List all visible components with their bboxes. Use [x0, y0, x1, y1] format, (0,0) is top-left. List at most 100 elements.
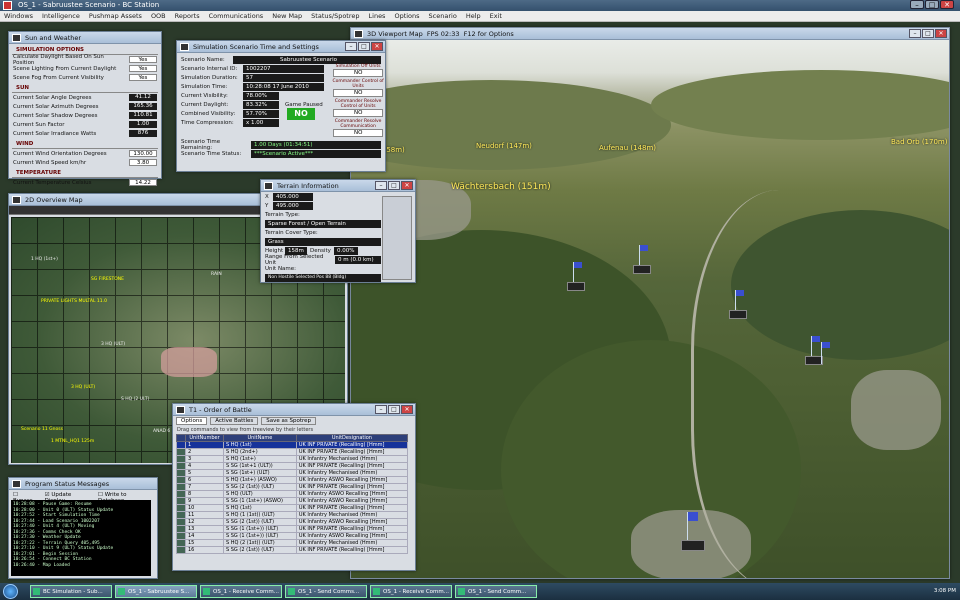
taskbar-item[interactable]: BC Simulation - Sub...: [30, 585, 112, 598]
start-button[interactable]: [3, 584, 18, 599]
side-value[interactable]: NO: [333, 109, 384, 117]
range-value: 0 m (0.0 km): [335, 255, 381, 264]
option-label: Calculate Daylight Based On Sun Position: [13, 53, 104, 66]
maximize-button[interactable]: □: [388, 181, 400, 190]
oob-table: UnitNumber UnitName UnitDesignation 1S HQ …: [176, 434, 409, 554]
scen-label: Simulation Time:: [181, 83, 228, 90]
col-header[interactable]: UnitNumber: [185, 434, 224, 442]
menu-reports[interactable]: Reports: [175, 11, 200, 21]
minimize-button[interactable]: –: [375, 181, 387, 190]
tab-active-battles[interactable]: Active Battles: [210, 417, 259, 425]
wind-label: Current Wind Speed km/hr: [13, 159, 87, 166]
minimize-button[interactable]: –: [910, 0, 924, 9]
place-label: Wächtersbach (151m): [451, 182, 551, 192]
menu-exit[interactable]: Exit: [490, 11, 502, 21]
table-row[interactable]: 2S HQ (2nd+) UK INF PRIVATE (Recalling) […: [176, 448, 409, 456]
side-value[interactable]: NO: [333, 129, 384, 137]
maximize-button[interactable]: □: [388, 405, 400, 414]
table-row[interactable]: 12 S SG (2 (1st)) (ULT) UK Infantry ASWO R…: [176, 518, 409, 526]
taskbar-item[interactable]: OS_1 - Send Comm...: [455, 585, 537, 598]
scenario-name-field[interactable]: Sabruustee Scenario: [233, 55, 381, 64]
menu-new-map[interactable]: New Map: [272, 11, 302, 21]
table-row[interactable]: 14 S SG (1 (1st+)) (ULT) UK Infantry ASWO …: [176, 532, 409, 540]
col-header[interactable]: UnitDesignation: [295, 434, 409, 442]
wind-value[interactable]: 130.00: [129, 150, 157, 157]
close-button[interactable]: ✕: [401, 405, 413, 414]
scen-label: Current Visibility:: [181, 92, 228, 99]
close-button[interactable]: ✕: [371, 42, 383, 51]
terrain-title: Terrain Information: [277, 182, 339, 190]
tab-options[interactable]: Options: [176, 417, 208, 425]
maximize-button[interactable]: □: [358, 42, 370, 51]
minimize-button[interactable]: –: [909, 29, 921, 38]
terrain-3d-view[interactable]: Neudorf (147m) Aufenau (148m) Bad Orb (1…: [351, 40, 949, 578]
table-cell: S SG (1 (1st+)) (ULT): [223, 532, 297, 540]
side-value[interactable]: NO: [333, 89, 384, 97]
table-row[interactable]: 8S HQ (ULT) UK Infantry ASWO Recalling [H…: [176, 490, 409, 498]
taskbar-item[interactable]: OS_1 - Sabruustee S...: [115, 585, 197, 598]
col-header[interactable]: UnitName: [223, 434, 297, 442]
close-button[interactable]: ✕: [935, 29, 947, 38]
menu-windows[interactable]: Windows: [4, 11, 33, 21]
scen-value: 83.32%: [243, 100, 279, 109]
minimize-button[interactable]: –: [345, 42, 357, 51]
table-row[interactable]: 4S SG (1st+1 (ULT)) UK INF PRIVATE (Recal…: [176, 462, 409, 470]
wind-label: Current Wind Orientation Degrees: [13, 150, 107, 157]
table-row[interactable]: 13 S SG (1 (1st+)) (ULT) UK INF PRIVATE (R…: [176, 525, 409, 533]
maximize-button[interactable]: □: [925, 0, 939, 9]
app-title: OS_1 - Sabruustee Scenario - BC Station: [18, 1, 160, 9]
option-value[interactable]: Yes: [129, 74, 157, 81]
section-heading: SUN: [12, 84, 158, 93]
paused-indicator[interactable]: NO: [287, 107, 315, 120]
taskbar-item[interactable]: OS_1 - Send Comms...: [285, 585, 367, 598]
place-label: Bad Orb (170m): [891, 138, 948, 146]
menu-intelligence[interactable]: Intelligence: [42, 11, 80, 21]
layer-toggle-panel[interactable]: [382, 196, 412, 280]
minimize-button[interactable]: –: [375, 405, 387, 414]
menu-status[interactable]: Status/Spotrep: [311, 11, 359, 21]
unit-type-icon: [176, 462, 186, 470]
table-row[interactable]: 3S HQ (1st+) UK Infantry Mechanised (Hmm): [176, 455, 409, 463]
taskbar-item[interactable]: OS_1 - Receive Comm...: [200, 585, 282, 598]
section-heading: TEMPERATURE: [12, 169, 158, 178]
option-value[interactable]: Yes: [129, 65, 157, 72]
tab-save-spotrep[interactable]: Save as Spotrep: [261, 417, 316, 425]
menu-lines[interactable]: Lines: [369, 11, 386, 21]
clock[interactable]: 3:08 PM: [934, 583, 956, 600]
menu-help[interactable]: Help: [466, 11, 481, 21]
table-cell: UK Infantry ASWO Recalling [Hmm]: [295, 518, 409, 526]
wind-value[interactable]: 3.80: [129, 159, 157, 166]
option-value[interactable]: Yes: [129, 56, 157, 63]
map-label: 1 MTNL_HQ1 125m: [51, 439, 95, 444]
table-row[interactable]: 5S SG (1st+) (ULT) UK Infantry Mechanised…: [176, 469, 409, 477]
table-row[interactable]: 10 S HQ (1st) UK INF PRIVATE (Recalling) […: [176, 504, 409, 512]
table-cell: 16: [185, 546, 224, 554]
menu-scenario[interactable]: Scenario: [429, 11, 457, 21]
side-value[interactable]: NO: [333, 69, 384, 77]
menu-oob[interactable]: OOB: [151, 11, 166, 21]
table-row[interactable]: 15 S HQ (2 (1st)) (ULT) UK Infantry Mechan…: [176, 539, 409, 547]
table-cell: UK INF PRIVATE (Recalling) [Hmm]: [295, 462, 409, 470]
viewport-3d-titlebar: 3D Viewport Map FPS 02:33 F12 for Option…: [351, 28, 949, 40]
menu-pushmap[interactable]: Pushmap Assets: [89, 11, 142, 21]
table-row[interactable]: 1S HQ (1st) UK INF PRIVATE (Recalling) [H…: [176, 441, 409, 449]
map-label: RAIN: [211, 272, 222, 277]
taskbar-item[interactable]: OS_1 - Receive Comm...: [370, 585, 452, 598]
menu-options[interactable]: Options: [394, 11, 419, 21]
terrain-type-label: Terrain Type:: [265, 211, 300, 218]
table-row[interactable]: 11 S HQ (1 (1st)) (ULT) UK Infantry Mechan…: [176, 511, 409, 519]
message-log[interactable]: 10:28:08 - Pause Game: Resume 10:28:00 - …: [11, 500, 151, 576]
maximize-button[interactable]: □: [922, 29, 934, 38]
close-button[interactable]: ✕: [401, 181, 413, 190]
close-button[interactable]: ✕: [940, 0, 954, 9]
unit-type-icon: [176, 532, 186, 540]
col-header[interactable]: [176, 434, 186, 442]
table-row[interactable]: 6S HQ (1st+) (ASWO) UK Infantry ASWO Reca…: [176, 476, 409, 484]
menu-communications[interactable]: Communications: [209, 11, 264, 21]
table-row[interactable]: 9S SG (1 (1st+) (ASWO) UK Infantry ASWO R…: [176, 497, 409, 505]
window-icon: [12, 480, 21, 488]
side-label: Simulation Off Units: [335, 64, 381, 69]
table-row[interactable]: 7S SG (2 (1st)) (ULT) UK INF PRIVATE (Rec…: [176, 483, 409, 491]
temp-value[interactable]: 14.22: [129, 179, 157, 186]
table-row[interactable]: 16 S SG (2 (1st)) (ULT) UK INF PRIVATE (Re…: [176, 546, 409, 554]
